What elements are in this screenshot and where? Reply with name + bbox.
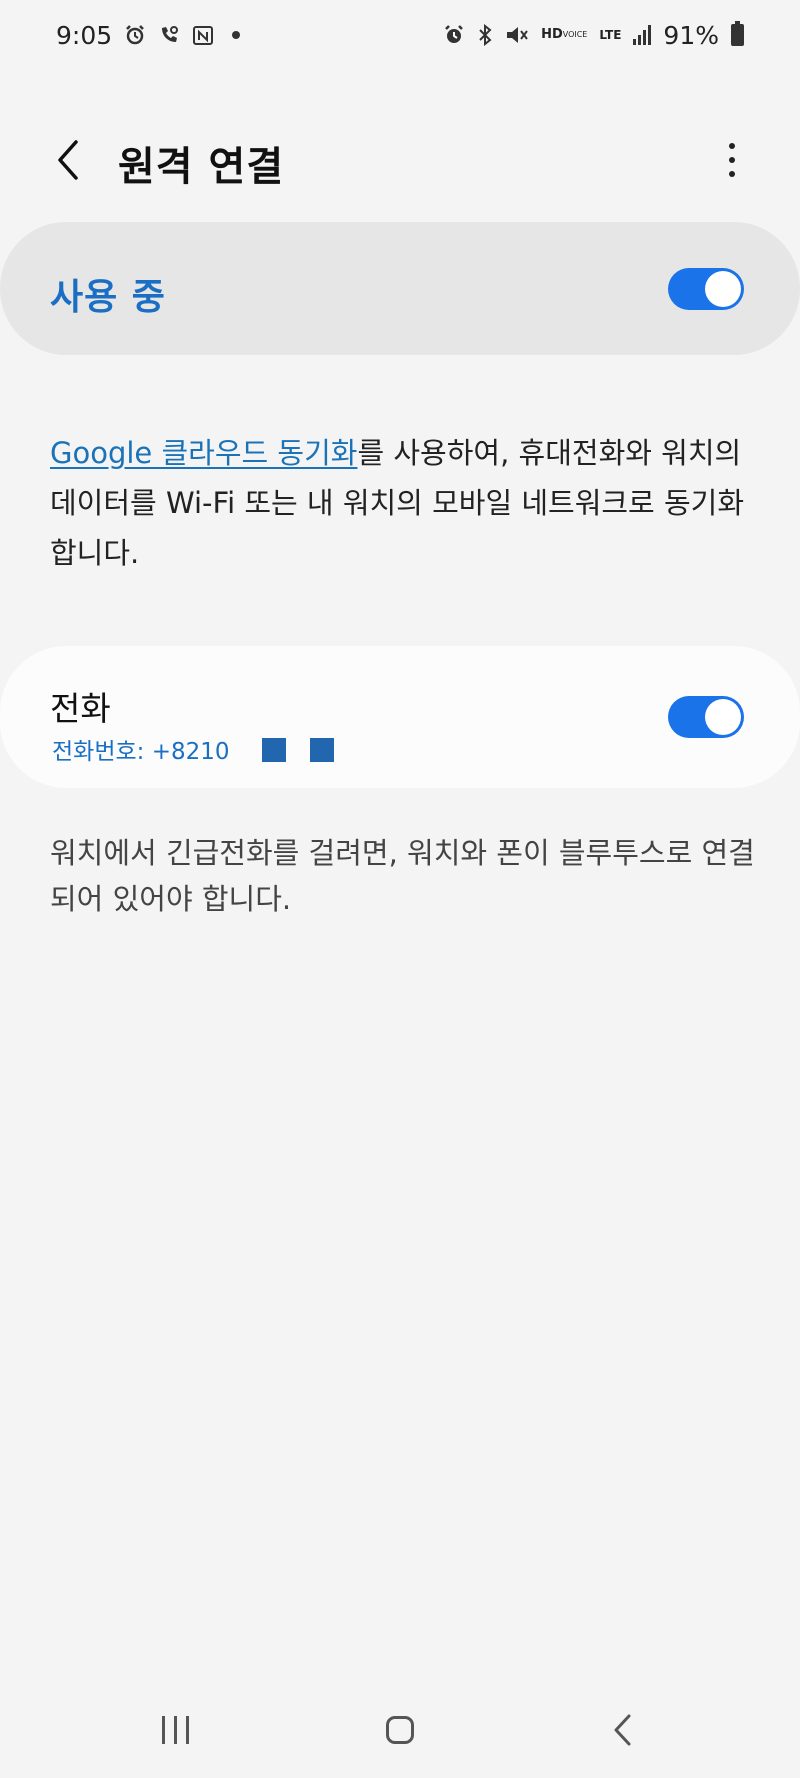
toggle-knob bbox=[705, 271, 741, 307]
mute-icon bbox=[505, 24, 529, 46]
home-icon bbox=[386, 1716, 414, 1744]
page-title: 원격 연결 bbox=[118, 144, 285, 190]
redacted-block bbox=[310, 738, 334, 762]
navigation-bar bbox=[0, 1690, 800, 1778]
master-switch-card[interactable]: 사용 중 bbox=[0, 222, 800, 355]
alarm-icon bbox=[124, 24, 146, 46]
phone-setting-toggle[interactable] bbox=[668, 696, 744, 738]
status-time: 9:05 bbox=[56, 20, 113, 50]
phone-number-text: 전화번호: +8210 bbox=[52, 739, 230, 765]
more-vertical-icon bbox=[729, 143, 735, 149]
notification-n-icon bbox=[192, 24, 214, 46]
battery-icon bbox=[731, 21, 744, 46]
description-text: Google 클라우드 동기화를 사용하여, 휴대전화와 워치의 데이터를 Wi… bbox=[50, 428, 750, 578]
recent-apps-button[interactable] bbox=[140, 1700, 210, 1760]
battery-percent: 91% bbox=[663, 20, 719, 50]
phone-sync-icon bbox=[158, 24, 180, 46]
bluetooth-icon bbox=[477, 24, 493, 46]
recent-apps-icon bbox=[161, 1716, 189, 1744]
master-switch-toggle[interactable] bbox=[668, 268, 744, 310]
more-options-button[interactable] bbox=[712, 132, 752, 188]
back-button[interactable] bbox=[40, 132, 96, 188]
alarm-icon bbox=[443, 24, 465, 46]
chevron-left-icon bbox=[58, 140, 78, 180]
app-bar: 원격 연결 bbox=[0, 110, 800, 210]
status-right: HD VOICE LTE 91% bbox=[443, 21, 744, 50]
back-icon bbox=[614, 1714, 631, 1746]
phone-setting-card[interactable]: 전화 전화번호: +8210 bbox=[0, 646, 800, 788]
home-button[interactable] bbox=[365, 1700, 435, 1760]
status-bar: 9:05 HD VOICE LTE 91% bbox=[0, 0, 800, 70]
master-switch-label: 사용 중 bbox=[50, 277, 166, 318]
lte-label: LTE bbox=[599, 28, 622, 42]
voice-label: VOICE bbox=[562, 30, 588, 39]
nav-back-button[interactable] bbox=[588, 1700, 658, 1760]
google-cloud-sync-link[interactable]: Google 클라우드 동기화 bbox=[50, 436, 357, 470]
phone-setting-title: 전화 bbox=[50, 689, 111, 728]
signal-icon bbox=[633, 25, 652, 45]
more-notifications-dot bbox=[232, 31, 241, 39]
emergency-call-note: 워치에서 긴급전화를 걸려면, 워치와 폰이 블루투스로 연결되어 있어야 합니… bbox=[50, 836, 755, 916]
status-left: 9:05 bbox=[56, 20, 241, 50]
lte-icon: LTE bbox=[599, 29, 621, 41]
hd-label: HD bbox=[541, 27, 563, 42]
toggle-knob bbox=[705, 699, 741, 735]
redacted-block bbox=[262, 738, 286, 762]
hd-voice-icon: HD VOICE bbox=[541, 27, 588, 42]
